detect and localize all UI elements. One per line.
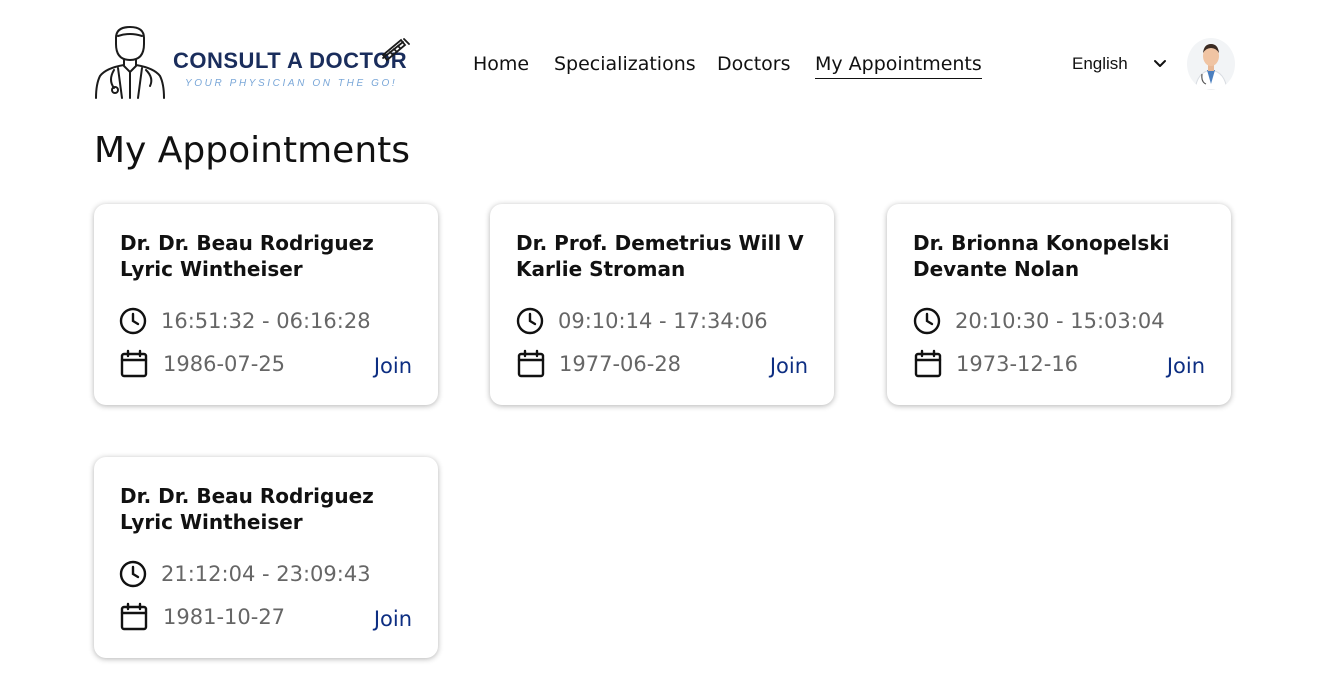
appointment-date: 1973-12-16 [956, 352, 1079, 376]
time-range: 20:10:30 - 15:03:04 [955, 309, 1165, 333]
appointment-card: Dr. Brionna Konopelski Devante Nolan 20:… [887, 204, 1231, 405]
doctor-figure-icon [95, 26, 165, 99]
clock-icon [913, 307, 941, 335]
chevron-down-icon[interactable] [1153, 57, 1167, 71]
doctor-name-line-2: Karlie Stroman [516, 257, 686, 281]
doctor-name-line-2: Lyric Wintheiser [120, 510, 303, 534]
doctor-name-line-2: Lyric Wintheiser [120, 257, 303, 281]
nav-item-home[interactable]: Home [473, 50, 529, 78]
calendar-icon [914, 349, 942, 378]
appointment-card: Dr. Dr. Beau Rodriguez Lyric Wintheiser … [94, 204, 438, 405]
doctor-name-line-1: Dr. Brionna Konopelski [913, 231, 1170, 255]
calendar-icon [120, 602, 148, 631]
join-button[interactable]: Join [374, 352, 412, 380]
nav-item-specializations[interactable]: Specializations [554, 50, 696, 78]
appointment-date: 1981-10-27 [163, 605, 286, 629]
syringe-icon [381, 38, 410, 62]
page-title: My Appointments [94, 130, 411, 171]
appointment-date: 1977-06-28 [559, 352, 682, 376]
nav-item-doctors[interactable]: Doctors [717, 50, 791, 78]
clock-icon [119, 307, 147, 335]
clock-icon [119, 560, 147, 588]
time-range: 21:12:04 - 23:09:43 [161, 562, 371, 586]
join-button[interactable]: Join [1167, 352, 1205, 380]
appointment-date: 1986-07-25 [163, 352, 286, 376]
doctor-name: Dr. Dr. Beau Rodriguez Lyric Wintheiser [120, 230, 420, 282]
logo-tagline: YOUR PHYSICIAN ON THE GO! [185, 78, 398, 89]
language-select[interactable]: English [1072, 52, 1128, 76]
avatar[interactable] [1187, 38, 1235, 90]
clock-icon [516, 307, 544, 335]
doctor-name-line-1: Dr. Dr. Beau Rodriguez [120, 231, 374, 255]
time-range: 16:51:32 - 06:16:28 [161, 309, 371, 333]
join-button[interactable]: Join [374, 605, 412, 633]
doctor-name: Dr. Dr. Beau Rodriguez Lyric Wintheiser [120, 483, 420, 535]
header: CONSULT A DOCTOR YOUR PHYSICIAN ON THE G… [0, 0, 1327, 120]
calendar-icon [517, 349, 545, 378]
logo-title: CONSULT A DOCTOR [173, 48, 408, 73]
time-range: 09:10:14 - 17:34:06 [558, 309, 768, 333]
doctor-name: Dr. Brionna Konopelski Devante Nolan [913, 230, 1213, 282]
doctor-name-line-2: Devante Nolan [913, 257, 1080, 281]
doctor-name: Dr. Prof. Demetrius Will V Karlie Stroma… [516, 230, 816, 282]
calendar-icon [120, 349, 148, 378]
doctor-name-line-1: Dr. Dr. Beau Rodriguez [120, 484, 374, 508]
logo[interactable]: CONSULT A DOCTOR YOUR PHYSICIAN ON THE G… [94, 24, 414, 100]
appointment-card: Dr. Prof. Demetrius Will V Karlie Stroma… [490, 204, 834, 405]
nav-item-my-appointments[interactable]: My Appointments [815, 50, 982, 79]
doctor-name-line-1: Dr. Prof. Demetrius Will V [516, 231, 804, 255]
join-button[interactable]: Join [770, 352, 808, 380]
appointment-card: Dr. Dr. Beau Rodriguez Lyric Wintheiser … [94, 457, 438, 658]
